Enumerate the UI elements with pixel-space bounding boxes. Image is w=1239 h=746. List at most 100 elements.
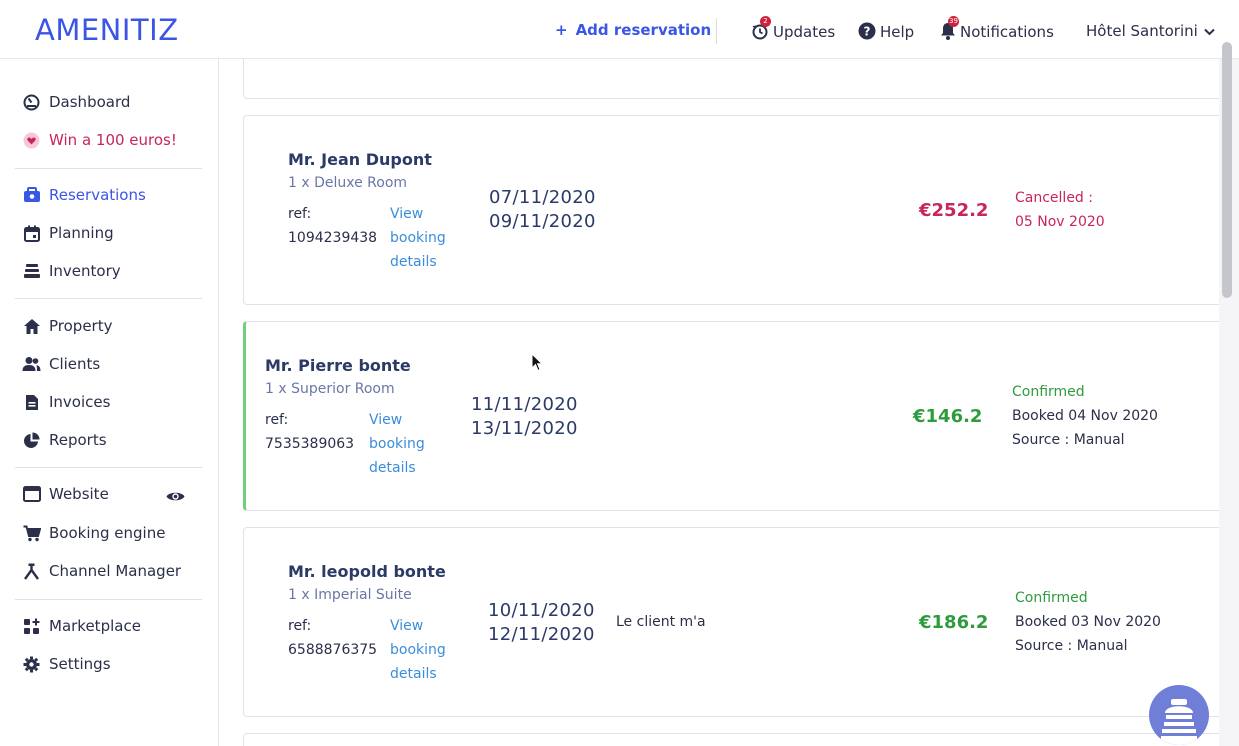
sidebar-item-label: Marketplace bbox=[49, 617, 141, 635]
sidebar-divider bbox=[15, 467, 202, 468]
notifications-badge: 39 bbox=[948, 16, 959, 27]
support-chat-button[interactable] bbox=[1149, 685, 1209, 745]
departure-date: 09/11/2020 bbox=[489, 211, 596, 232]
guest-name[interactable]: Mr. leopold bonte bbox=[288, 562, 446, 581]
reservation-status: Confirmed Booked 04 Nov 2020 Source : Ma… bbox=[1012, 380, 1158, 452]
hotel-mascot-icon bbox=[1161, 699, 1197, 745]
chevron-down-icon bbox=[1204, 22, 1215, 40]
sidebar-item-settings[interactable]: Settings bbox=[22, 652, 111, 676]
sidebar-item-website[interactable]: Website bbox=[22, 482, 109, 506]
inventory-icon bbox=[22, 262, 41, 281]
room-type: 1 x Deluxe Room bbox=[288, 175, 408, 191]
sidebar-item-invoices[interactable]: Invoices bbox=[22, 390, 110, 414]
sidebar-item-clients[interactable]: Clients bbox=[22, 352, 100, 376]
apps-icon bbox=[22, 617, 41, 636]
reservation-card[interactable]: Mr. leopold bonte 1 x Imperial Suite ref… bbox=[243, 527, 1219, 717]
status-date: 05 Nov 2020 bbox=[1015, 214, 1105, 230]
sidebar-divider bbox=[15, 168, 202, 169]
help-button[interactable]: ? Help bbox=[858, 22, 914, 41]
sidebar-item-promo[interactable]: Win a 100 euros! bbox=[22, 128, 177, 152]
gear-icon bbox=[22, 655, 41, 674]
home-icon bbox=[22, 317, 41, 336]
reservations-icon bbox=[22, 186, 41, 205]
room-type: 1 x Imperial Suite bbox=[288, 587, 412, 603]
plus-icon: + bbox=[555, 21, 568, 39]
ref-label: ref: bbox=[288, 618, 312, 634]
guest-name[interactable]: Mr. Pierre bonte bbox=[265, 356, 411, 375]
reservation-status: Cancelled : 05 Nov 2020 bbox=[1015, 186, 1105, 234]
status-label: Cancelled : bbox=[1015, 190, 1093, 206]
stay-dates: 11/11/2020 13/11/2020 bbox=[471, 393, 578, 441]
sidebar-item-label: Property bbox=[49, 317, 113, 335]
booked-date: Booked 03 Nov 2020 bbox=[1015, 614, 1161, 630]
sidebar-item-reservations[interactable]: Reservations bbox=[22, 183, 146, 207]
reservation-note: Le client m'a bbox=[616, 614, 706, 630]
reservation-card-partial[interactable] bbox=[243, 59, 1219, 99]
amenitiz-logo[interactable]: AMENITIZ bbox=[35, 13, 179, 47]
arrival-date: 11/11/2020 bbox=[471, 394, 578, 415]
updates-badge: 2 bbox=[760, 16, 771, 27]
dashboard-icon bbox=[22, 93, 41, 112]
reservation-status: Confirmed Booked 03 Nov 2020 Source : Ma… bbox=[1015, 586, 1161, 658]
guest-name[interactable]: Mr. Jean Dupont bbox=[288, 150, 432, 169]
sidebar-item-channel-manager[interactable]: Channel Manager bbox=[22, 559, 181, 583]
sidebar-divider bbox=[15, 298, 202, 299]
add-reservation-label: Add reservation bbox=[575, 21, 712, 39]
sidebar-item-reports[interactable]: Reports bbox=[22, 428, 107, 452]
sidebar-item-inventory[interactable]: Inventory bbox=[22, 259, 121, 283]
sidebar-item-label: Channel Manager bbox=[49, 562, 182, 580]
ref-label: ref: bbox=[265, 412, 289, 428]
sidebar-item-property[interactable]: Property bbox=[22, 314, 112, 338]
add-reservation-button[interactable]: + Add reservation bbox=[555, 21, 711, 39]
sidebar-item-label: Dashboard bbox=[49, 93, 131, 111]
booking-source: Source : Manual bbox=[1015, 638, 1128, 654]
calendar-icon bbox=[22, 224, 41, 243]
sidebar-item-planning[interactable]: Planning bbox=[22, 221, 114, 245]
view-booking-link[interactable]: View booking details bbox=[390, 202, 460, 274]
room-type: 1 x Superior Room bbox=[265, 381, 395, 397]
sidebar-item-label: Reports bbox=[49, 431, 107, 449]
status-label: Confirmed bbox=[1012, 384, 1085, 400]
departure-date: 13/11/2020 bbox=[471, 418, 578, 439]
svg-text:?: ? bbox=[864, 25, 871, 39]
help-label: Help bbox=[880, 23, 915, 41]
view-booking-link[interactable]: View booking details bbox=[369, 408, 439, 480]
reservation-list: Mr. Jean Dupont 1 x Deluxe Room ref: 109… bbox=[219, 59, 1219, 746]
booking-source: Source : Manual bbox=[1012, 432, 1125, 448]
stay-dates: 10/11/2020 12/11/2020 bbox=[488, 599, 595, 647]
channel-icon bbox=[22, 562, 41, 581]
sidebar-item-booking-engine[interactable]: Booking engine bbox=[22, 521, 165, 545]
reservation-card-selected[interactable]: Mr. Pierre bonte 1 x Superior Room ref: … bbox=[243, 321, 1219, 511]
eye-icon[interactable] bbox=[166, 488, 185, 507]
notifications-label: Notifications bbox=[960, 23, 1054, 41]
ref-number: 7535389063 bbox=[265, 436, 355, 452]
browser-window-icon bbox=[22, 485, 41, 504]
view-booking-link[interactable]: View booking details bbox=[390, 614, 460, 686]
scrollbar-thumb[interactable] bbox=[1222, 42, 1232, 298]
invoice-icon bbox=[22, 393, 41, 412]
departure-date: 12/11/2020 bbox=[488, 624, 595, 645]
sidebar-item-label: Website bbox=[49, 485, 109, 503]
heart-icon bbox=[22, 131, 41, 150]
ref-number: 1094239438 bbox=[288, 230, 378, 246]
reservation-price: €186.2 bbox=[919, 612, 989, 633]
sidebar-item-label: Booking engine bbox=[49, 524, 166, 542]
sidebar-item-label: Invoices bbox=[49, 393, 111, 411]
booked-date: Booked 04 Nov 2020 bbox=[1012, 408, 1158, 424]
mouse-cursor-icon bbox=[531, 352, 544, 376]
arrival-date: 10/11/2020 bbox=[488, 600, 595, 621]
updates-label: Updates bbox=[773, 23, 836, 41]
reservation-card[interactable]: Mr. Jean Dupont 1 x Deluxe Room ref: 109… bbox=[243, 115, 1219, 305]
reservation-price: €252.2 bbox=[919, 200, 989, 221]
reservation-card-partial[interactable] bbox=[243, 733, 1219, 746]
hotel-selector[interactable]: Hôtel Santorini bbox=[1086, 22, 1215, 40]
sidebar-item-label: Reservations bbox=[49, 186, 146, 204]
ref-label: ref: bbox=[288, 206, 312, 222]
cart-icon bbox=[22, 524, 41, 543]
ref-number: 6588876375 bbox=[288, 642, 378, 658]
sidebar-item-marketplace[interactable]: Marketplace bbox=[22, 614, 141, 638]
sidebar-item-dashboard[interactable]: Dashboard bbox=[22, 90, 130, 114]
help-icon: ? bbox=[858, 22, 876, 40]
sidebar-item-label: Planning bbox=[49, 224, 114, 242]
header-divider bbox=[716, 18, 717, 44]
